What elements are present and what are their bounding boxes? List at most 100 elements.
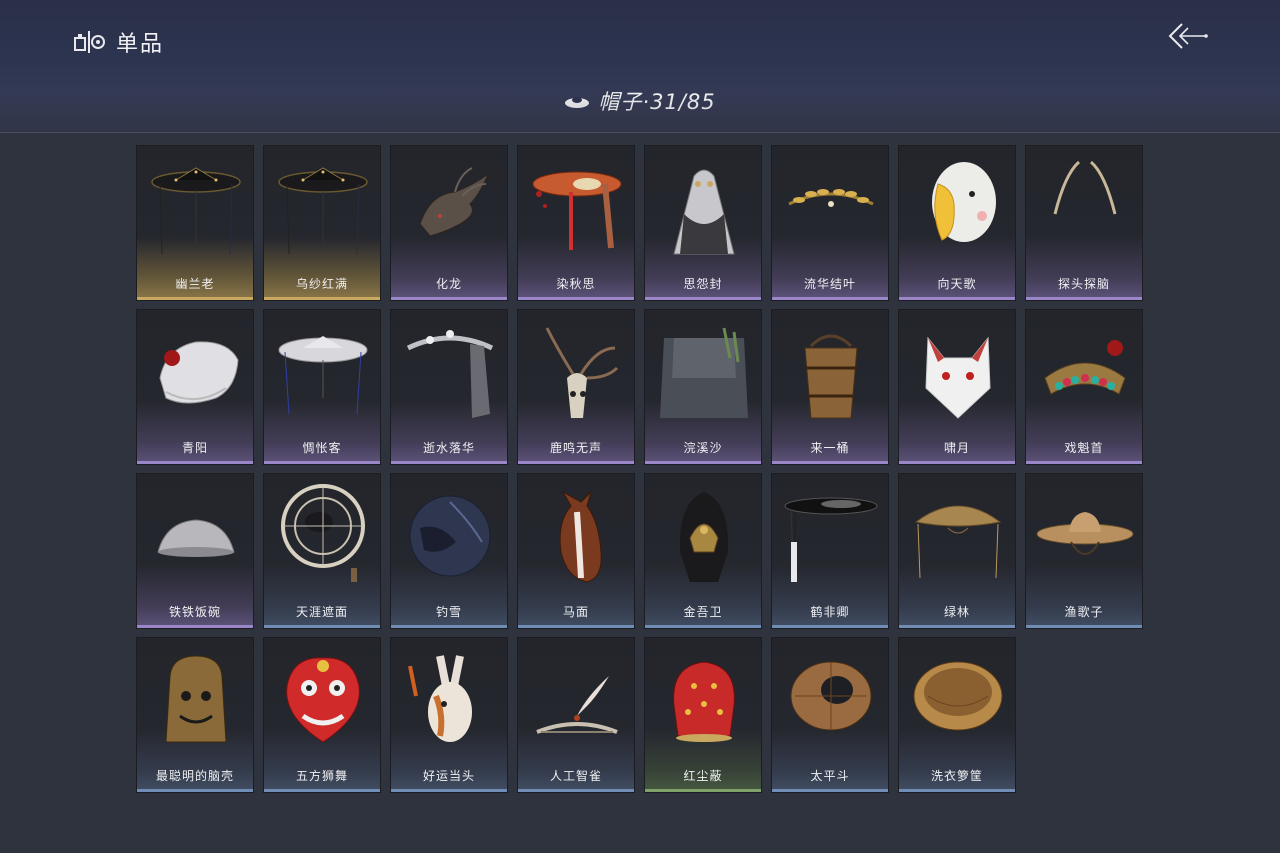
item-card[interactable]: 来一桶	[771, 309, 889, 465]
item-card[interactable]: 绿林	[898, 473, 1016, 629]
item-card[interactable]: 思怨封	[644, 145, 762, 301]
item-card[interactable]: 马面	[517, 473, 635, 629]
item-name: 太平斗	[810, 769, 850, 783]
item-card[interactable]: 幽兰老	[136, 145, 254, 301]
item-card[interactable]: 五方狮舞	[263, 637, 381, 793]
rarity-bar	[899, 625, 1015, 628]
item-card[interactable]: 青阳	[136, 309, 254, 465]
gold-leaf-crown-icon	[788, 189, 874, 207]
rarity-bar	[264, 297, 380, 300]
item-card[interactable]: 戏魁首	[1025, 309, 1143, 465]
item-card[interactable]: 钓雪	[390, 473, 508, 629]
item-name: 流华结叶	[803, 277, 856, 291]
fox-mask-icon	[925, 336, 991, 419]
item-card[interactable]: 太平斗	[771, 637, 889, 793]
item-name: 绿林	[943, 605, 970, 619]
rarity-bar	[645, 789, 761, 792]
item-name: 金吾卫	[683, 605, 723, 619]
hat-category-icon	[565, 97, 590, 108]
black-tassel-hat-icon	[784, 497, 878, 582]
item-card[interactable]: 最聪明的脑壳	[136, 637, 254, 793]
white-veiled-hat-icon	[278, 336, 368, 415]
item-card[interactable]: 染秋思	[517, 145, 635, 301]
item-name: 啸月	[943, 441, 970, 455]
laundry-basket-icon	[913, 661, 1003, 731]
rarity-bar	[264, 789, 380, 792]
back-button[interactable]	[1164, 18, 1212, 54]
item-card[interactable]: 人工智雀	[517, 637, 635, 793]
flower-veil-icon	[406, 330, 494, 418]
rarity-bar	[264, 625, 380, 628]
item-name: 染秋思	[556, 277, 596, 291]
category-label: 帽子·31/85	[598, 90, 716, 114]
item-card[interactable]: 红尘蔽	[644, 637, 762, 793]
item-card[interactable]: 向天歌	[898, 145, 1016, 301]
item-card[interactable]: 天涯遮面	[263, 473, 381, 629]
item-name: 惆怅客	[302, 441, 342, 455]
back-arrow-icon	[1168, 23, 1208, 49]
dark-straw-hat-icon	[409, 495, 491, 577]
item-card[interactable]: 探头探脑	[1025, 145, 1143, 301]
item-name: 最聪明的脑壳	[155, 769, 234, 783]
item-name: 天涯遮面	[295, 605, 348, 619]
item-grid: 幽兰老 乌纱红满 化龙 染秋思 思怨封 流华结叶 向天歌 探头探脑青阳 惆怅客 逝水落华 鹿鸣无声 浣…	[136, 145, 1143, 793]
rarity-bar	[137, 461, 253, 464]
deer-skull-icon	[545, 327, 619, 418]
items-category-icon	[74, 31, 105, 53]
item-name: 来一桶	[810, 441, 850, 455]
item-name: 铁铁饭碗	[168, 605, 221, 619]
rarity-bar	[391, 297, 507, 300]
item-name: 钓雪	[435, 605, 462, 619]
antenna-icon	[1053, 160, 1117, 215]
lion-dance-head-icon	[286, 657, 360, 743]
rarity-bar	[137, 789, 253, 792]
item-card[interactable]: 鹤非卿	[771, 473, 889, 629]
rarity-bar	[1026, 297, 1142, 300]
item-card[interactable]: 金吾卫	[644, 473, 762, 629]
item-card[interactable]: 乌纱红满	[263, 145, 381, 301]
item-card[interactable]: 啸月	[898, 309, 1016, 465]
item-name: 乌纱红满	[295, 277, 348, 291]
item-card[interactable]: 鹿鸣无声	[517, 309, 635, 465]
rarity-bar	[391, 625, 507, 628]
rarity-bar	[518, 789, 634, 792]
red-cloth-hood-icon	[673, 661, 735, 742]
page-title-group: 单品	[74, 26, 164, 58]
item-name: 五方狮舞	[295, 769, 348, 783]
rarity-bar	[518, 297, 634, 300]
rarity-bar	[1026, 461, 1142, 464]
item-card[interactable]: 渔歌子	[1025, 473, 1143, 629]
rarity-bar	[772, 297, 888, 300]
guard-helmet-icon	[679, 492, 729, 582]
bronze-bell-icon	[165, 655, 227, 743]
bird-crest-icon	[536, 676, 618, 734]
woven-basket-hat-icon	[790, 661, 872, 731]
item-card[interactable]: 化龙	[390, 145, 508, 301]
iron-bowl-icon	[157, 519, 235, 557]
item-card[interactable]: 洗衣箩筐	[898, 637, 1016, 793]
item-name: 浣溪沙	[683, 441, 723, 455]
rarity-bar	[772, 789, 888, 792]
rarity-bar	[518, 625, 634, 628]
red-tassel-hat-icon	[532, 171, 622, 250]
rarity-bar	[645, 625, 761, 628]
item-name: 渔歌子	[1064, 605, 1104, 619]
opera-headdress-icon	[1044, 340, 1126, 395]
item-card[interactable]: 逝水落华	[390, 309, 508, 465]
item-name: 人工智雀	[549, 769, 602, 783]
item-card[interactable]: 浣溪沙	[644, 309, 762, 465]
item-card[interactable]: 铁铁饭碗	[136, 473, 254, 629]
rarity-bar	[264, 461, 380, 464]
lattice-hat-icon	[281, 484, 365, 582]
item-card[interactable]: 好运当头	[390, 637, 508, 793]
item-name: 好运当头	[422, 769, 475, 783]
item-card[interactable]: 流华结叶	[771, 145, 889, 301]
grey-veil-icon	[660, 327, 748, 418]
item-name: 青阳	[181, 441, 208, 455]
rarity-bar	[391, 789, 507, 792]
rarity-bar	[645, 297, 761, 300]
white-cap-icon	[159, 341, 239, 404]
rarity-bar	[645, 461, 761, 464]
goose-hood-icon	[932, 162, 996, 242]
item-card[interactable]: 惆怅客	[263, 309, 381, 465]
